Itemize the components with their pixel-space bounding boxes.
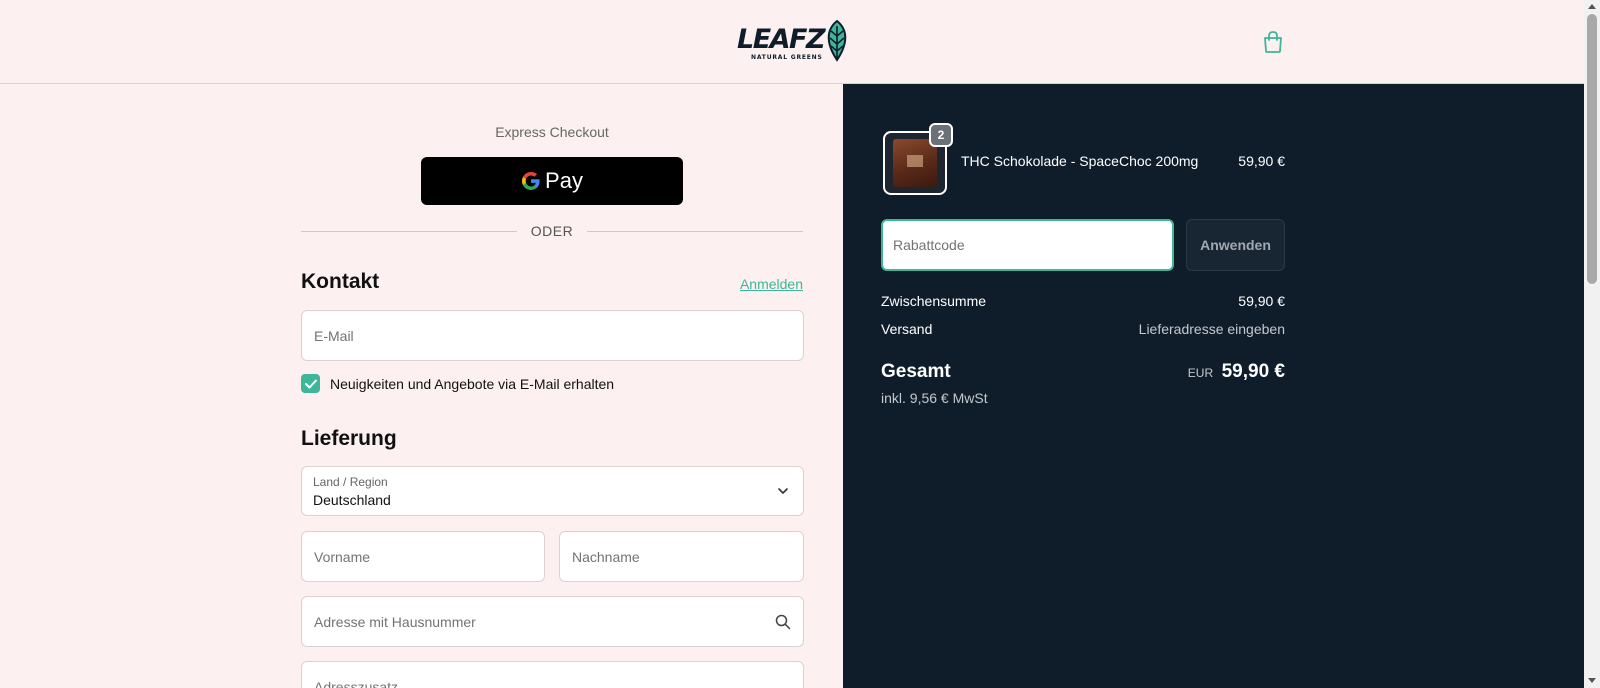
address-field-wrapper <box>301 596 804 647</box>
contact-heading: Kontakt <box>301 270 380 293</box>
leaf-icon <box>827 20 847 62</box>
address-field[interactable] <box>302 597 803 646</box>
tax-note: inkl. 9,56 € MwSt <box>881 390 988 406</box>
express-checkout-label: Express Checkout <box>495 124 609 140</box>
or-divider: ODER <box>301 222 804 240</box>
divider-line-right <box>587 230 804 232</box>
scrollbar-thumb[interactable] <box>1587 14 1597 284</box>
subtotal-row: Zwischensumme 59,90 € <box>881 293 1285 309</box>
address2-field-wrapper <box>301 661 804 688</box>
google-pay-button[interactable]: Pay <box>421 157 683 205</box>
login-link[interactable]: Anmelden <box>700 276 803 292</box>
discount-field-wrapper <box>881 219 1174 271</box>
scroll-up-arrow-icon[interactable] <box>1588 4 1596 9</box>
google-pay-label: Pay <box>545 168 583 193</box>
shipping-row: Versand Lieferadresse eingeben <box>881 321 1285 337</box>
page-scrollbar[interactable] <box>1584 0 1600 688</box>
divider-line-left <box>301 230 517 232</box>
leafz-logo[interactable]: LEAFZ NATURAL GREENS <box>737 20 849 64</box>
address2-field[interactable] <box>302 662 803 688</box>
firstname-field[interactable] <box>302 532 544 581</box>
firstname-field-wrapper <box>301 531 545 582</box>
order-summary-panel: 2 THC Schokolade - SpaceChoc 200mg 59,90… <box>843 84 1584 688</box>
apply-discount-button[interactable]: Anwenden <box>1186 219 1285 271</box>
chevron-down-icon <box>778 488 788 494</box>
total-currency: EUR <box>1187 366 1214 380</box>
or-divider-text: ODER <box>530 223 574 239</box>
product-price: 59,90 € <box>1238 153 1285 169</box>
search-icon <box>775 614 791 630</box>
email-field-wrapper <box>301 310 804 361</box>
shopping-bag-icon[interactable] <box>1262 30 1284 54</box>
scroll-down-arrow-icon[interactable] <box>1588 678 1596 683</box>
discount-code-input[interactable] <box>883 221 1172 269</box>
google-g-icon <box>522 172 540 190</box>
shipping-label: Versand <box>881 321 933 337</box>
total-label: Gesamt <box>881 361 951 382</box>
country-select-label: Land / Region <box>313 475 388 489</box>
country-select[interactable]: Land / Region Deutschland <box>301 466 804 516</box>
shipping-value: Lieferadresse eingeben <box>1138 321 1285 337</box>
subtotal-value: 59,90 € <box>1238 293 1285 309</box>
total-amount-group: EUR 59,90 € <box>1085 361 1285 383</box>
lastname-field-wrapper <box>559 531 804 582</box>
checkmark-icon <box>304 379 317 388</box>
lastname-field[interactable] <box>560 532 803 581</box>
delivery-heading: Lieferung <box>301 427 397 450</box>
product-image-label <box>907 155 923 167</box>
total-amount: 59,90 € <box>1221 361 1285 382</box>
newsletter-checkbox[interactable] <box>301 374 320 393</box>
email-field[interactable] <box>302 311 803 360</box>
checkout-form-column: Express Checkout Pay ODER Kontakt Anmeld… <box>0 84 843 688</box>
quantity-badge: 2 <box>929 123 953 147</box>
header: LEAFZ NATURAL GREENS <box>0 0 1584 84</box>
newsletter-checkbox-row[interactable]: Neuigkeiten und Angebote via E-Mail erha… <box>301 374 614 393</box>
product-name: THC Schokolade - SpaceChoc 200mg <box>961 153 1199 169</box>
logo-subtitle: NATURAL GREENS <box>751 54 823 61</box>
logo-wordmark: LEAFZ <box>737 24 826 55</box>
product-image <box>893 139 937 187</box>
newsletter-label: Neuigkeiten und Angebote via E-Mail erha… <box>330 375 615 392</box>
subtotal-label: Zwischensumme <box>881 293 987 309</box>
country-select-value: Deutschland <box>313 492 391 508</box>
